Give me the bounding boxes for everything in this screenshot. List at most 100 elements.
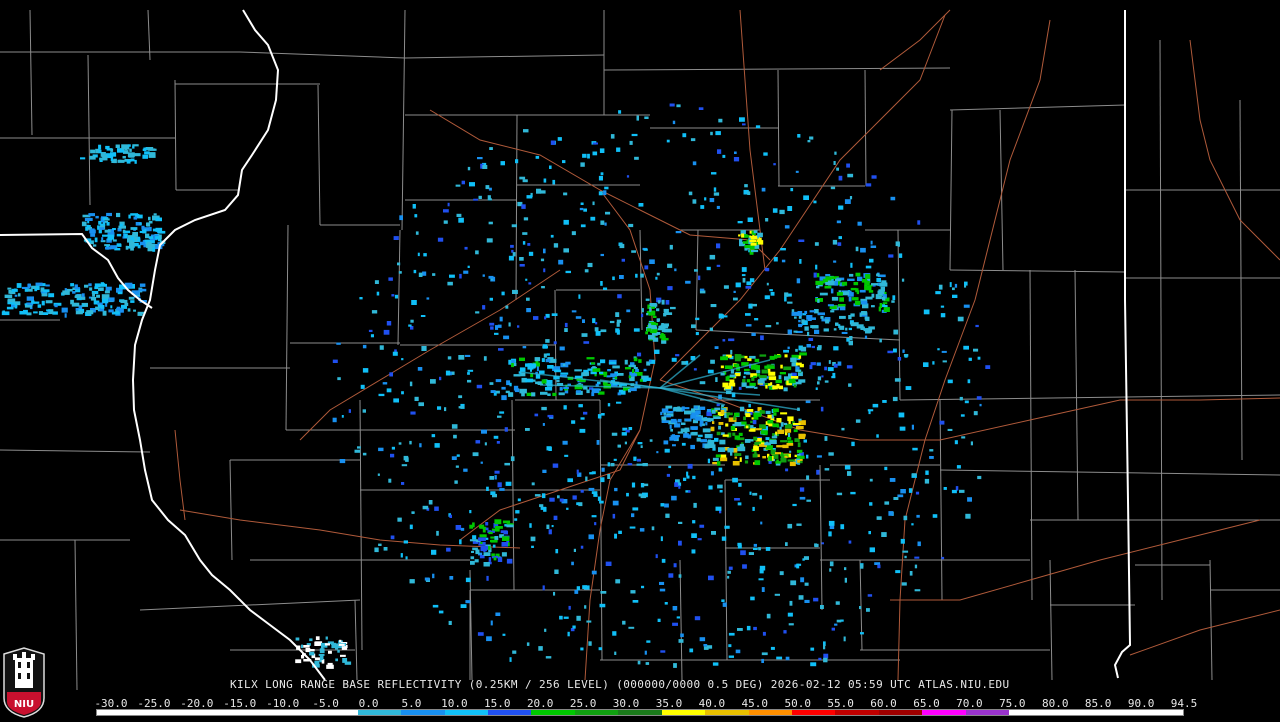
echo-speck: [490, 390, 496, 393]
echo-speck: [43, 289, 50, 293]
echo-speck: [733, 448, 738, 453]
echo-speck: [494, 475, 497, 480]
echo-speck: [564, 322, 568, 328]
echo-speck: [607, 369, 611, 372]
echo-speck: [722, 154, 726, 158]
echo-speck: [447, 202, 450, 207]
echo-speck: [656, 318, 659, 322]
echo-speck: [720, 365, 724, 369]
echo-speck: [81, 221, 87, 227]
echo-speck: [892, 396, 898, 402]
echo-speck: [665, 513, 670, 518]
echo-speck: [897, 242, 900, 247]
echo-speck: [105, 286, 112, 291]
echo-speck: [765, 268, 769, 272]
echo-speck: [794, 454, 797, 457]
echo-speck: [615, 312, 620, 317]
echo-speck: [511, 362, 514, 368]
echo-speck: [513, 385, 519, 391]
echo-speck: [806, 454, 809, 459]
echo-speck: [501, 395, 507, 401]
echo-speck: [723, 315, 728, 318]
echo-speck: [703, 644, 708, 647]
echo-speck: [677, 418, 682, 423]
echo-speck: [776, 322, 779, 325]
echo-speck: [597, 414, 602, 419]
echo-speck: [728, 655, 734, 658]
county-line: [949, 269, 1126, 273]
echo-speck: [35, 282, 43, 286]
echo-speck: [704, 197, 707, 201]
echo-speck: [557, 495, 560, 499]
echo-speck: [634, 156, 639, 160]
echo-speck: [710, 359, 715, 364]
echo-speck: [711, 531, 716, 535]
echo-speck: [877, 564, 881, 569]
echo-speck: [807, 140, 811, 143]
county-line: [1074, 269, 1079, 521]
echo-speck: [871, 283, 879, 286]
color-scale-segment: [661, 710, 706, 715]
echo-speck: [795, 369, 802, 372]
echo-speck: [816, 455, 822, 458]
echo-speck: [521, 204, 526, 209]
echo-speck: [977, 356, 981, 360]
echo-speck: [691, 408, 696, 413]
echo-speck: [362, 409, 366, 413]
echo-speck: [437, 237, 444, 242]
echo-speck: [106, 212, 112, 217]
echo-speck: [882, 302, 888, 305]
echo-speck: [848, 340, 853, 346]
echo-speck: [787, 301, 793, 304]
echo-speck: [750, 420, 753, 424]
echo-speck: [541, 286, 545, 289]
echo-speck: [534, 413, 539, 417]
echo-speck: [501, 542, 508, 547]
echo-speck: [128, 144, 131, 147]
echo-speck: [541, 358, 545, 362]
echo-speck: [836, 167, 839, 171]
echo-speck: [742, 277, 746, 283]
echo-speck: [661, 337, 669, 341]
echo-speck: [403, 455, 409, 461]
echo-speck: [332, 359, 338, 363]
county-line: [859, 559, 863, 651]
echo-speck: [651, 325, 657, 329]
echo-speck: [734, 453, 742, 456]
echo-speck: [768, 376, 777, 381]
echo-speck: [683, 429, 690, 432]
echo-speck: [917, 541, 921, 547]
echo-speck: [132, 144, 139, 147]
echo-speck: [444, 407, 447, 412]
echo-speck: [630, 590, 636, 594]
echo-speck: [391, 294, 395, 297]
echo-speck: [519, 367, 526, 372]
echo-speck: [833, 346, 839, 351]
echo-speck: [447, 281, 453, 286]
echo-speck: [779, 372, 786, 375]
echo-speck: [593, 494, 598, 497]
echo-speck: [504, 427, 508, 432]
echo-speck: [783, 630, 787, 634]
echo-speck: [16, 283, 22, 288]
echo-speck: [362, 344, 367, 349]
echo-speck: [691, 533, 697, 538]
echo-speck: [610, 463, 615, 467]
echo-speck: [799, 434, 806, 437]
echo-speck: [617, 294, 622, 299]
echo-speck: [770, 382, 773, 386]
echo-speck: [787, 206, 793, 211]
echo-speck: [664, 312, 673, 315]
echo-speck: [860, 247, 866, 253]
county-line: [87, 54, 91, 206]
echo-speck: [309, 651, 315, 656]
echo-speck: [784, 376, 789, 381]
echo-speck: [669, 424, 672, 429]
echo-speck: [598, 175, 603, 181]
echo-speck: [753, 626, 757, 631]
echo-speck: [730, 426, 736, 431]
echo-speck: [632, 369, 635, 374]
echo-speck: [556, 380, 560, 383]
echo-speck: [744, 460, 749, 464]
echo-speck: [588, 641, 592, 646]
